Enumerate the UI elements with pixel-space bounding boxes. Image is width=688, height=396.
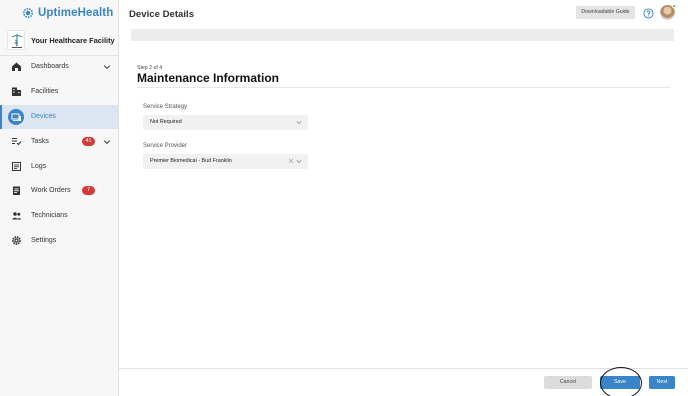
service-provider-label: Service Provider <box>143 143 188 149</box>
downloadable-guide-button[interactable]: Downloadable Guide <box>576 6 635 19</box>
sidebar-item-label: Dashboards <box>31 63 69 70</box>
chevron-down-icon[interactable] <box>296 120 302 125</box>
sidebar-item-dashboards[interactable]: Dashboards <box>0 55 118 79</box>
page-title: Device Details <box>129 9 195 20</box>
service-provider-value: Premier Biomedical - Bud Franklin <box>150 158 232 164</box>
maintenance-form: Service Strategy Not Required Service Pr… <box>137 99 317 176</box>
sidebar-item-technicians[interactable]: Technicians <box>0 204 118 228</box>
chevron-down-icon[interactable] <box>103 138 111 146</box>
service-strategy-label: Service Strategy <box>143 104 188 110</box>
sidebar-item-label: Tasks <box>31 138 49 145</box>
sidebar-item-facilities[interactable]: Facilities <box>0 80 118 104</box>
sidebar-item-work-orders[interactable]: Work Orders 7 <box>0 179 118 203</box>
sidebar-item-label: Facilities <box>31 88 59 95</box>
section-title: Maintenance Information <box>137 71 280 85</box>
cancel-button[interactable]: Cancel <box>544 376 592 389</box>
save-highlight-circle <box>600 367 642 396</box>
sidebar-item-tasks[interactable]: Tasks 41 <box>0 130 118 154</box>
caduceus-icon <box>11 34 23 48</box>
next-button[interactable]: Next <box>649 376 675 389</box>
logs-icon <box>12 162 21 171</box>
facility-selector[interactable]: Your Healthcare Facility <box>0 28 118 52</box>
brand-name: UptimeHealth <box>38 7 114 19</box>
home-icon <box>12 62 21 71</box>
chevron-down-icon[interactable] <box>296 159 302 164</box>
chevron-down-icon[interactable] <box>103 63 111 71</box>
sidebar-item-label: Devices <box>31 113 56 120</box>
service-provider-select[interactable]: Premier Biomedical - Bud Franklin <box>143 154 308 169</box>
online-status-dot <box>672 4 676 8</box>
facility-name: Your Healthcare Facility <box>31 36 115 45</box>
gear-logo-icon <box>23 8 33 18</box>
facility-logo <box>7 30 25 50</box>
sidebar-item-label: Settings <box>31 237 57 244</box>
building-icon <box>12 87 21 96</box>
app-window: UptimeHealth Your Healthcare Facility Da… <box>0 0 688 396</box>
footer-divider <box>119 368 688 369</box>
service-strategy-value: Not Required <box>150 119 182 125</box>
top-header: Device Details Downloadable Guide <box>119 0 688 28</box>
progress-band <box>131 29 674 41</box>
gear-icon <box>12 236 21 245</box>
technicians-icon <box>11 212 22 220</box>
section-divider <box>137 87 670 88</box>
sidebar-item-logs[interactable]: Logs <box>0 155 118 179</box>
devices-icon <box>11 113 21 121</box>
work-orders-icon <box>13 186 20 195</box>
clear-icon[interactable] <box>288 158 294 164</box>
sidebar-item-label: Technicians <box>31 212 68 219</box>
sidebar-item-label: Logs <box>31 163 47 170</box>
service-strategy-select[interactable]: Not Required <box>143 115 308 130</box>
sidebar: UptimeHealth Your Healthcare Facility Da… <box>0 0 119 396</box>
sidebar-item-settings[interactable]: Settings <box>0 229 118 253</box>
brand-logo[interactable]: UptimeHealth <box>22 6 113 20</box>
tasks-count-badge: 41 <box>82 137 95 146</box>
tasks-icon <box>12 138 22 146</box>
sidebar-item-label: Work Orders <box>31 187 71 194</box>
sidebar-item-devices[interactable]: Devices <box>0 105 118 129</box>
help-icon[interactable] <box>643 8 654 19</box>
work-orders-count-badge: 7 <box>82 186 95 195</box>
